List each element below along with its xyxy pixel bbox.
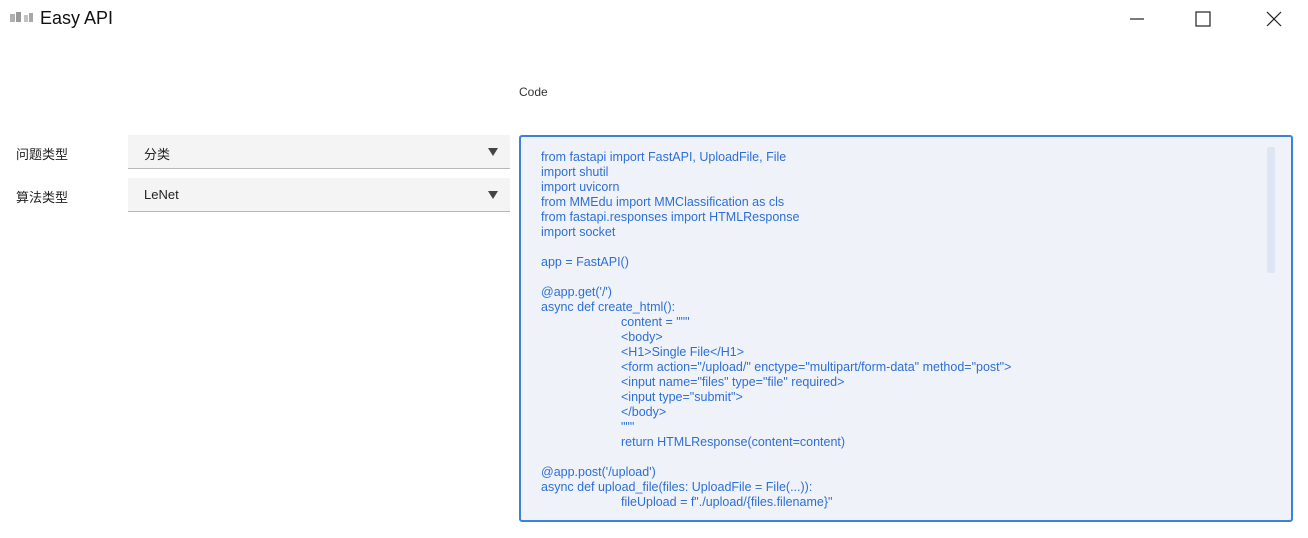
code-editor[interactable]: from fastapi import FastAPI, UploadFile,…	[519, 135, 1293, 522]
close-button[interactable]	[1251, 0, 1297, 38]
code-line: </body>	[621, 405, 667, 419]
code-line: app = FastAPI()	[541, 255, 629, 269]
maximize-button[interactable]	[1180, 0, 1226, 38]
code-line: <H1>Single File</H1>	[621, 345, 744, 359]
code-line: content = """	[621, 315, 690, 329]
minimize-button[interactable]	[1114, 0, 1160, 38]
code-line: <input type="submit">	[621, 390, 743, 404]
code-line: @app.get('/')	[541, 285, 612, 299]
minimize-icon	[1130, 18, 1144, 20]
code-line: import shutil	[541, 165, 609, 179]
code-label: Code	[519, 85, 548, 99]
code-line: from fastapi import FastAPI, UploadFile,…	[541, 150, 787, 164]
code-line: <body>	[621, 330, 663, 344]
problem-type-select[interactable]: 分类	[128, 135, 510, 169]
code-line: @app.post('/upload')	[541, 465, 656, 479]
code-line: from fastapi.responses import HTMLRespon…	[541, 210, 800, 224]
code-line: async def upload_file(files: UploadFile …	[541, 480, 813, 494]
algorithm-type-select[interactable]: LeNet	[128, 178, 510, 212]
code-line: """	[621, 420, 635, 434]
code-line: from MMEdu import MMClassification as cl…	[541, 195, 785, 209]
problem-type-value: 分类	[144, 147, 171, 162]
dropdown-arrow-icon	[488, 191, 498, 199]
app-logo-icon	[10, 12, 33, 22]
code-line: <input name="files" type="file" required…	[621, 375, 845, 389]
algorithm-type-value: LeNet	[144, 187, 179, 202]
code-line: fileUpload = f"./upload/{files.filename}…	[621, 495, 833, 509]
code-scrollbar[interactable]	[1267, 147, 1275, 273]
code-line: async def create_html():	[541, 300, 676, 314]
code-text-area[interactable]: from fastapi import FastAPI, UploadFile,…	[541, 150, 1251, 514]
dropdown-arrow-icon	[488, 148, 498, 156]
maximize-icon	[1195, 11, 1211, 27]
algorithm-type-label: 算法类型	[16, 190, 69, 205]
code-line: return HTMLResponse(content=content)	[621, 435, 846, 449]
code-line: import socket	[541, 225, 616, 239]
window-title: Easy API	[40, 8, 114, 28]
close-icon	[1266, 11, 1282, 27]
code-line: <form action="/upload/" enctype="multipa…	[621, 360, 1012, 374]
code-line: import uvicorn	[541, 180, 620, 194]
title-bar: Easy API	[0, 0, 1308, 38]
problem-type-label: 问题类型	[16, 147, 69, 162]
